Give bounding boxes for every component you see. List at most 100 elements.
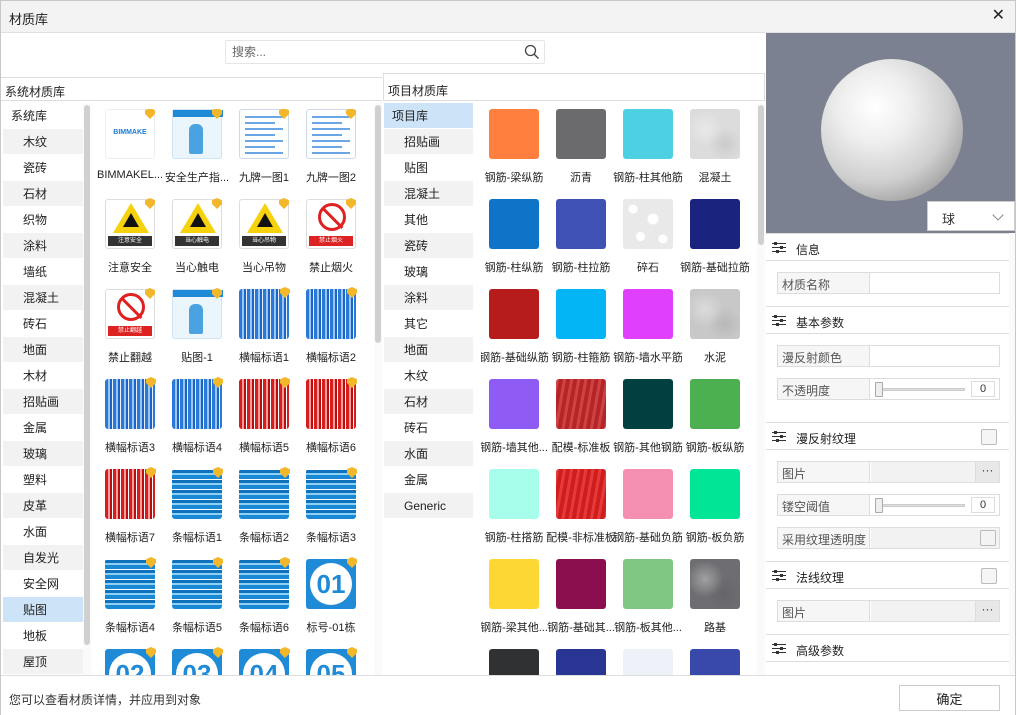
material-thumbnail[interactable]: [239, 377, 290, 429]
material-item[interactable]: 钢筋-墙水平筋: [613, 289, 683, 379]
material-thumbnail[interactable]: [690, 199, 740, 249]
material-thumbnail[interactable]: [690, 379, 740, 429]
material-item[interactable]: 混凝土: [682, 109, 748, 199]
cutoff-slider-handle[interactable]: [875, 498, 883, 513]
material-thumbnail[interactable]: [556, 289, 606, 339]
material-thumbnail[interactable]: 02: [105, 647, 156, 675]
material-item[interactable]: 当心吊物 当心吊物: [231, 198, 297, 289]
material-item[interactable]: 钢筋-柱箍筋: [548, 289, 614, 379]
material-thumbnail[interactable]: [489, 199, 539, 249]
material-thumbnail[interactable]: [489, 379, 539, 429]
category-item[interactable]: 石材: [3, 181, 83, 207]
category-item[interactable]: 玻璃: [3, 441, 83, 467]
material-item[interactable]: 沥青: [548, 109, 614, 199]
category-item[interactable]: 混凝土: [3, 285, 83, 311]
material-thumbnail[interactable]: [489, 109, 539, 159]
material-thumbnail[interactable]: [239, 467, 290, 519]
material-item[interactable]: 条幅标语6: [231, 557, 297, 649]
browse-image-button[interactable]: ···: [975, 462, 999, 482]
material-thumbnail[interactable]: [690, 469, 740, 519]
category-item[interactable]: 其它: [384, 311, 473, 337]
material-thumbnail[interactable]: 01: [306, 557, 357, 609]
material-item[interactable]: [548, 649, 614, 675]
category-item[interactable]: 招贴画: [3, 389, 83, 415]
material-item[interactable]: 钢筋-基础其...: [547, 559, 615, 649]
category-item[interactable]: 地面: [3, 337, 83, 363]
material-item[interactable]: 条幅标语5: [164, 557, 230, 649]
category-item[interactable]: 金属: [3, 415, 83, 441]
material-item[interactable]: 横幅标语4: [164, 377, 230, 469]
category-item[interactable]: 塑料: [3, 467, 83, 493]
category-item[interactable]: 水面: [384, 441, 473, 467]
material-thumbnail[interactable]: [623, 469, 673, 519]
material-item[interactable]: 钢筋-柱拉筋: [548, 199, 614, 289]
category-item[interactable]: 贴图: [3, 597, 83, 623]
material-thumbnail[interactable]: [306, 287, 357, 339]
material-item[interactable]: 条幅标语1: [164, 467, 230, 559]
material-thumbnail[interactable]: [623, 289, 673, 339]
material-item[interactable]: 钢筋-其他钢筋: [613, 379, 683, 469]
category-item[interactable]: 混凝土: [384, 181, 473, 207]
material-thumbnail[interactable]: [105, 557, 156, 609]
category-item[interactable]: 其他: [384, 207, 473, 233]
section-normal-texture[interactable]: 法线纹理: [766, 561, 1009, 589]
material-item[interactable]: 钢筋-柱其他筋: [613, 109, 683, 199]
material-thumbnail[interactable]: 03: [172, 647, 223, 675]
category-item[interactable]: 织物: [3, 207, 83, 233]
material-thumbnail[interactable]: [623, 109, 673, 159]
category-item[interactable]: 瓷砖: [384, 233, 473, 259]
category-item[interactable]: 贴图: [384, 155, 473, 181]
material-thumbnail[interactable]: [623, 649, 673, 675]
category-item[interactable]: 项目库: [384, 103, 473, 129]
scrollbar-thumb[interactable]: [84, 105, 90, 645]
category-item[interactable]: 自发光: [3, 545, 83, 571]
material-thumbnail[interactable]: [690, 289, 740, 339]
material-thumbnail[interactable]: [172, 288, 223, 339]
scrollbar-thumb[interactable]: [758, 105, 764, 245]
material-item[interactable]: 横幅标语5: [231, 377, 297, 469]
ok-button[interactable]: 确定: [899, 685, 1000, 711]
project-grid-scrollbar[interactable]: [757, 103, 765, 675]
material-thumbnail[interactable]: 注意安全: [105, 198, 155, 249]
section-diffuse-texture[interactable]: 漫反射纹理: [766, 422, 1009, 450]
material-item[interactable]: BIMMAKE BIMMAKEL...: [97, 109, 163, 199]
material-item[interactable]: 横幅标语3: [97, 377, 163, 469]
material-thumbnail[interactable]: [105, 377, 156, 429]
category-item[interactable]: 墙纸: [3, 259, 83, 285]
material-item[interactable]: 注意安全 注意安全: [97, 198, 163, 289]
material-thumbnail[interactable]: [556, 379, 606, 429]
props-scrollbar[interactable]: [1009, 233, 1015, 675]
material-item[interactable]: 钢筋-柱纵筋: [481, 199, 547, 289]
material-thumbnail[interactable]: BIMMAKE: [105, 109, 155, 159]
diffuse-color-field[interactable]: [871, 346, 999, 366]
opacity-slider-handle[interactable]: [875, 382, 883, 397]
material-thumbnail[interactable]: [306, 109, 356, 159]
category-item[interactable]: 玻璃: [384, 259, 473, 285]
material-thumbnail[interactable]: 05: [306, 647, 357, 675]
material-thumbnail[interactable]: [556, 469, 606, 519]
search-input[interactable]: [232, 44, 512, 60]
material-item[interactable]: 贴图-1: [164, 288, 230, 379]
category-item[interactable]: 木纹: [384, 363, 473, 389]
material-thumbnail[interactable]: [172, 377, 223, 429]
material-item[interactable]: 钢筋-基础纵筋: [481, 289, 549, 379]
close-icon[interactable]: ✕: [992, 7, 1005, 25]
category-item[interactable]: 屋顶: [3, 649, 83, 675]
material-thumbnail[interactable]: 当心吊物: [239, 198, 289, 249]
material-item[interactable]: 钢筋-板其他...: [614, 559, 682, 649]
material-item[interactable]: 横幅标语7: [97, 467, 163, 559]
category-item[interactable]: 水面: [3, 519, 83, 545]
section-info[interactable]: 信息: [766, 233, 1009, 261]
material-item[interactable]: 条幅标语3: [298, 467, 364, 559]
material-item[interactable]: 钢筋-基础负筋: [613, 469, 683, 559]
material-thumbnail[interactable]: [556, 649, 606, 675]
material-thumbnail[interactable]: [306, 377, 357, 429]
material-thumbnail[interactable]: [690, 109, 740, 159]
material-thumbnail[interactable]: [489, 649, 539, 675]
material-thumbnail[interactable]: [623, 199, 673, 249]
category-item[interactable]: 涂料: [3, 233, 83, 259]
section-basic-params[interactable]: 基本参数: [766, 306, 1009, 334]
search-icon[interactable]: [524, 44, 540, 60]
category-item[interactable]: 系统库: [3, 103, 83, 129]
browse-image-button[interactable]: ···: [975, 601, 999, 621]
